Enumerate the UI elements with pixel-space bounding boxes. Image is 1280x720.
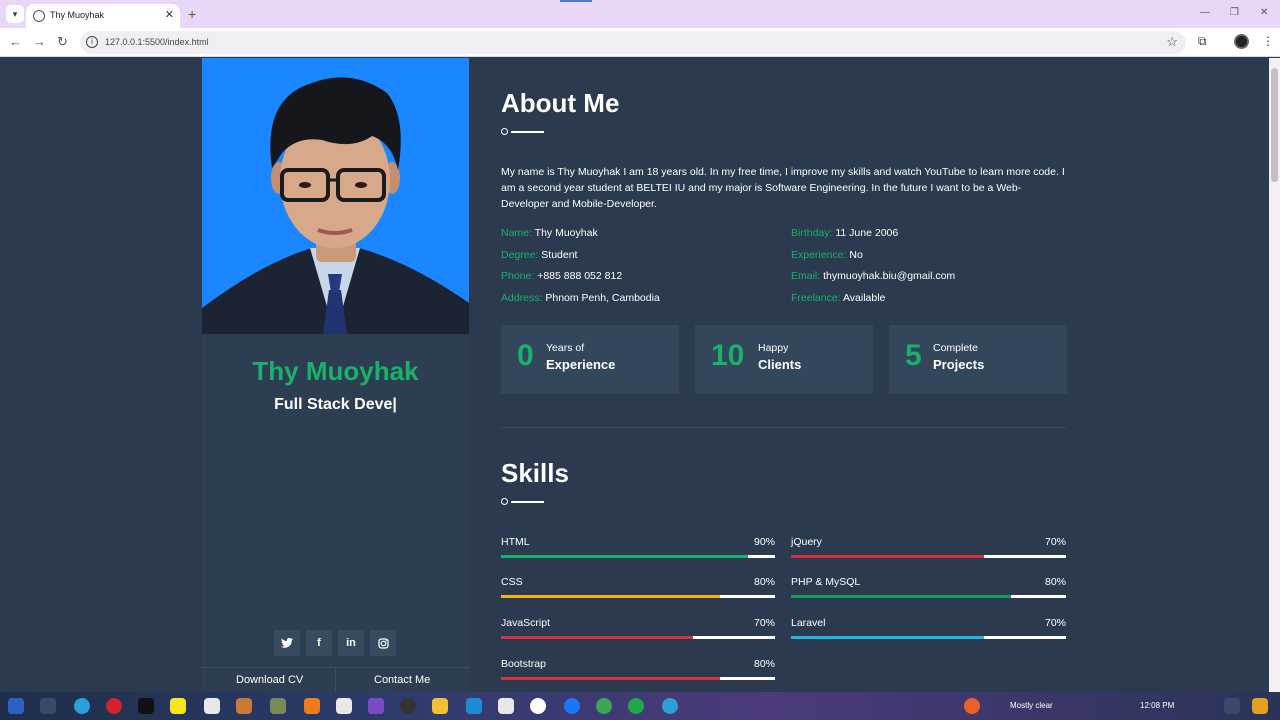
stat-card-experience: 0 Years of Experience: [501, 325, 679, 394]
snapchat-icon[interactable]: [170, 698, 186, 714]
stat-caption: Complete: [933, 342, 978, 354]
browser-tab-bar: ▾ Thy Muoyhak ✕ + — ❐ ✕: [0, 0, 1280, 28]
download-cv-button[interactable]: Download CV: [236, 674, 303, 686]
new-tab-button[interactable]: +: [188, 6, 196, 22]
start-icon[interactable]: [8, 698, 24, 714]
chrome-icon[interactable]: [596, 698, 612, 714]
facebook-icon[interactable]: f: [306, 630, 332, 656]
info-degree: Degree: Student: [501, 249, 578, 261]
app-icon[interactable]: [400, 698, 416, 714]
bookmark-star-icon[interactable]: ☆: [1166, 34, 1178, 50]
app-icon[interactable]: [304, 698, 320, 714]
tab-search-button[interactable]: ▾: [6, 5, 24, 23]
profile-name: Thy Muoyhak: [252, 356, 419, 386]
app-icon[interactable]: [236, 698, 252, 714]
info-name: Name: Thy Muoyhak: [501, 227, 598, 239]
contact-me-button[interactable]: Contact Me: [374, 674, 430, 686]
linkedin-icon[interactable]: in: [338, 630, 364, 656]
app-icon[interactable]: [270, 698, 286, 714]
app-icon[interactable]: [498, 698, 514, 714]
profile-sidebar: Thy Muoyhak Full Stack Deve| f in Downlo…: [202, 58, 469, 692]
skill-progress-bar: [501, 677, 721, 680]
heading-decoration: [501, 498, 545, 506]
scroll-thumb[interactable]: [1271, 68, 1278, 182]
heading-decoration: [501, 128, 545, 136]
close-tab-icon[interactable]: ✕: [165, 8, 174, 21]
app-icon[interactable]: [530, 698, 546, 714]
info-email: Email: thymuoyhak.biu@gmail.com: [791, 270, 956, 282]
divider: [335, 668, 336, 692]
tiktok-icon[interactable]: [138, 698, 154, 714]
info-icon[interactable]: i: [86, 36, 98, 48]
twitter-icon[interactable]: [274, 630, 300, 656]
page-scrollbar[interactable]: [1269, 58, 1280, 692]
about-text: My name is Thy Muoyhak I am 18 years old…: [501, 166, 1065, 210]
stat-card-projects: 5 Complete Projects: [889, 325, 1067, 394]
sidebar-actions: Download CV Contact Me: [202, 667, 469, 692]
vscode-icon[interactable]: [466, 698, 482, 714]
reload-icon[interactable]: ↻: [57, 34, 68, 50]
stat-number: 5: [905, 339, 922, 372]
skill-progress-bar: [501, 555, 748, 558]
clock: 12:08 PM: [1140, 701, 1175, 710]
restore-button[interactable]: ❐: [1230, 7, 1239, 18]
file-explorer-icon[interactable]: [432, 698, 448, 714]
stat-label: Projects: [933, 357, 985, 372]
info-experience: Experience: No: [791, 249, 863, 261]
browser-tab[interactable]: Thy Muoyhak ✕: [26, 4, 180, 28]
stat-label: Clients: [758, 357, 802, 372]
url-field[interactable]: i 127.0.0.1:5500/index.html ☆: [80, 31, 1186, 54]
app-icon[interactable]: [1252, 698, 1268, 714]
url-text: 127.0.0.1:5500/index.html: [105, 37, 209, 47]
skills-heading: Skills: [501, 458, 569, 488]
stat-number: 0: [517, 339, 534, 372]
stat-caption: Years of: [546, 342, 585, 354]
stat-caption: Happy: [758, 342, 789, 354]
forward-arrow-icon[interactable]: →: [33, 34, 46, 49]
info-phone: Phone: +885 888 052 812: [501, 270, 623, 282]
telegram-icon[interactable]: [662, 698, 678, 714]
portfolio-page: Thy Muoyhak Full Stack Deve| f in Downlo…: [0, 58, 1269, 692]
stat-number: 10: [711, 339, 745, 372]
typed-job-title: Full Stack Deve|: [274, 396, 397, 413]
weather-icon: [964, 698, 980, 714]
close-window-button[interactable]: ✕: [1260, 7, 1268, 18]
profile-portrait: [202, 77, 469, 334]
tab-title: Thy Muoyhak: [50, 10, 105, 20]
back-arrow-icon[interactable]: ←: [9, 34, 22, 49]
skill-progress-bar: [791, 595, 1011, 598]
info-address: Address: Phnom Penh, Cambodia: [501, 292, 660, 304]
about-heading: About Me: [501, 88, 620, 118]
skill-progress-bar: [501, 636, 693, 639]
stat-card-clients: 10 Happy Clients: [695, 325, 873, 394]
info-freelance: Freelance: Available: [791, 292, 886, 304]
app-icon[interactable]: [628, 698, 644, 714]
skill-progress-bar: [791, 555, 984, 558]
tab-indicator: [560, 0, 592, 2]
info-birthday: Birthday: 11 June 2006: [791, 227, 899, 239]
facebook-app-icon[interactable]: [564, 698, 580, 714]
telegram-icon[interactable]: [74, 698, 90, 714]
section-divider: [501, 427, 1066, 428]
profile-photo: [202, 58, 469, 334]
skill-progress-bar: [501, 595, 721, 598]
app-icon[interactable]: [204, 698, 220, 714]
app-icon[interactable]: [336, 698, 352, 714]
opera-icon[interactable]: [106, 698, 122, 714]
notification-icon[interactable]: [1224, 698, 1240, 714]
address-bar: ← → ↻ i 127.0.0.1:5500/index.html ☆: [0, 28, 1280, 57]
instagram-icon[interactable]: [370, 630, 396, 656]
minimize-button[interactable]: —: [1200, 7, 1210, 18]
skill-progress-bar: [791, 636, 984, 639]
profile-avatar[interactable]: [1234, 34, 1249, 49]
windows-taskbar: Mostly clear 12:08 PM: [0, 692, 1280, 720]
stat-label: Experience: [546, 357, 616, 372]
weather-text: Mostly clear: [1010, 701, 1053, 710]
search-icon[interactable]: [40, 698, 56, 714]
more-menu-icon[interactable]: ⋮: [1262, 34, 1274, 48]
extensions-icon[interactable]: ⧉: [1198, 34, 1207, 49]
globe-icon: [33, 10, 45, 22]
visual-studio-icon[interactable]: [368, 698, 384, 714]
